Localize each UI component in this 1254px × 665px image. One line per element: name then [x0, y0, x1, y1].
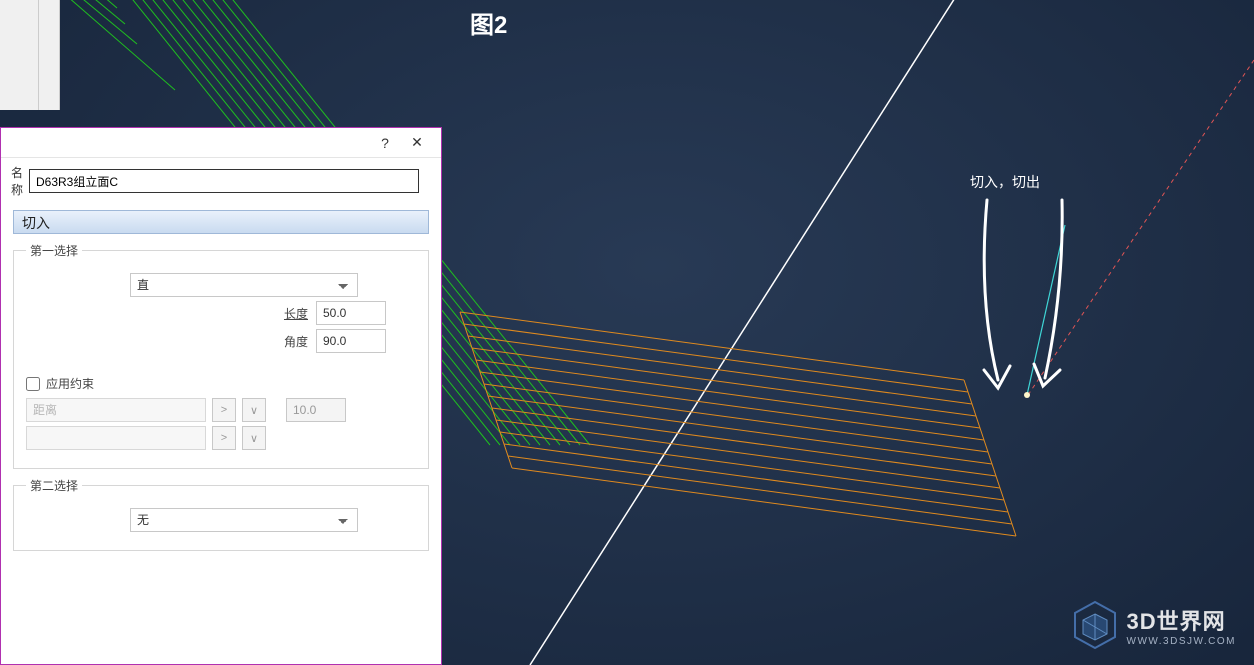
watermark: 3D世界网 WWW.3DSJW.COM	[1073, 600, 1237, 650]
apply-constraint-label: 应用约束	[46, 375, 94, 392]
figure-title: 图2	[470, 5, 507, 40]
cube-logo-icon	[1073, 600, 1117, 650]
constraint-type-select: 距离	[26, 398, 206, 422]
watermark-domain: WWW.3DSJW.COM	[1127, 636, 1237, 647]
second-mode-select[interactable]: 无	[130, 508, 358, 532]
length-input[interactable]	[316, 301, 386, 325]
constraint-value-input	[286, 398, 346, 422]
second-choice-legend: 第二选择	[26, 477, 82, 494]
constraint-type-select-2	[26, 426, 206, 450]
watermark-name: 3D世界网	[1127, 604, 1237, 636]
name-label: 名称	[1, 164, 23, 198]
constraint-arrow-button-1: >	[212, 398, 236, 422]
dialog-titlebar: ? ✕	[1, 128, 441, 158]
angle-label: 角度	[26, 333, 316, 350]
second-choice-group: 第二选择 无	[13, 477, 429, 551]
lead-in-dialog: ? ✕ 名称 切入 第一选择 直 长度 角度	[0, 127, 442, 665]
app-sidebar-stub	[0, 0, 60, 110]
constraint-caret-button-2: ∨	[242, 426, 266, 450]
length-label: 长度	[26, 305, 316, 322]
first-choice-legend: 第一选择	[26, 242, 82, 259]
name-input[interactable]	[29, 169, 419, 193]
constraint-arrow-button-2: >	[212, 426, 236, 450]
section-header-leadin[interactable]: 切入	[13, 210, 429, 234]
first-choice-group: 第一选择 直 长度 角度 应用约束 距离	[13, 242, 429, 469]
angle-input[interactable]	[316, 329, 386, 353]
apply-constraint-checkbox[interactable]	[26, 377, 40, 391]
constraint-caret-button-1: ∨	[242, 398, 266, 422]
help-button[interactable]: ?	[369, 129, 401, 157]
annotation-label: 切入，切出	[970, 172, 1040, 192]
first-mode-select[interactable]: 直	[130, 273, 358, 297]
close-button[interactable]: ✕	[401, 129, 433, 157]
